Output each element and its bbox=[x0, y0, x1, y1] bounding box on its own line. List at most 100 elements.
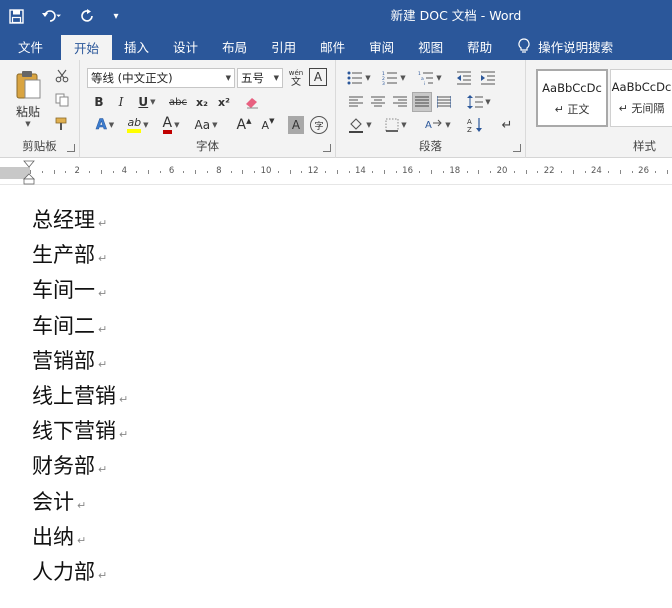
font-group-label: 字体 bbox=[196, 139, 219, 153]
bullets-button[interactable]: ▼ bbox=[344, 68, 374, 88]
horizontal-ruler[interactable]: 2 4 6 8 10 12 14 16 18 20 22 24 26 bbox=[0, 159, 672, 185]
document-paragraph[interactable]: 人力部 ↵ bbox=[32, 556, 107, 586]
style-normal[interactable]: AaBbCcDc ↵ 正文 bbox=[536, 69, 608, 127]
copy-button[interactable] bbox=[52, 90, 72, 110]
highlight-button[interactable]: ab ▼ bbox=[122, 114, 154, 136]
document-paragraph[interactable]: 营销部 ↵ bbox=[32, 345, 107, 375]
document-paragraph[interactable]: 生产部 ↵ bbox=[32, 239, 107, 269]
format-painter-button[interactable] bbox=[52, 114, 72, 134]
font-size-combo[interactable]: 五号 ▼ bbox=[237, 68, 283, 88]
document-paragraph[interactable]: 会计 ↵ bbox=[32, 486, 86, 516]
paste-label: 粘贴 bbox=[15, 105, 40, 119]
eraser-icon bbox=[246, 98, 258, 109]
distributed-icon bbox=[437, 96, 451, 108]
ruler-number: 26 bbox=[638, 166, 649, 176]
distributed-button[interactable] bbox=[434, 92, 454, 112]
tab-layout[interactable]: 布局 bbox=[210, 32, 259, 60]
indent-marker-icon[interactable] bbox=[22, 159, 36, 185]
font-dialog-launcher[interactable] bbox=[323, 144, 331, 152]
grow-font-button[interactable]: A ▲ bbox=[234, 114, 254, 136]
font-size-value: 五号 bbox=[241, 71, 264, 85]
clipboard-icon bbox=[16, 71, 41, 99]
underline-text: U bbox=[138, 95, 149, 109]
ruler-tick bbox=[336, 170, 338, 174]
chevron-down-icon: ▼ bbox=[212, 121, 218, 129]
paragraph-text: 会计 bbox=[32, 489, 74, 514]
clipboard-group: 粘贴 ▼ 剪贴板 bbox=[0, 60, 80, 158]
ruler-tick bbox=[620, 170, 621, 174]
font-name-combo[interactable]: 等线 (中文正文) ▼ bbox=[87, 68, 235, 88]
copy-icon bbox=[55, 93, 69, 107]
ruler-tick bbox=[53, 170, 55, 174]
bold-button[interactable]: B bbox=[90, 92, 108, 112]
tab-references[interactable]: 引用 bbox=[259, 32, 308, 60]
chevron-down-icon: ▼ bbox=[273, 74, 279, 82]
character-shading-button[interactable]: A bbox=[288, 116, 304, 134]
character-border-button[interactable]: A bbox=[309, 68, 327, 86]
subscript-button[interactable]: x₂ bbox=[192, 92, 212, 112]
paragraph-mark-icon: ↵ bbox=[98, 463, 108, 477]
ruler-tick bbox=[242, 170, 244, 174]
document-paragraph[interactable]: 总经理 ↵ bbox=[32, 204, 107, 234]
tab-help[interactable]: 帮助 bbox=[455, 32, 504, 60]
justify-button[interactable] bbox=[412, 92, 432, 112]
line-spacing-button[interactable]: ▼ bbox=[464, 92, 494, 112]
document-paragraph[interactable]: 车间一 ↵ bbox=[32, 274, 107, 304]
style-no-spacing[interactable]: AaBbCcDc ↵ 无间隔 bbox=[610, 69, 672, 127]
tab-mailings[interactable]: 邮件 bbox=[308, 32, 357, 60]
enclose-characters-button[interactable]: 字 bbox=[310, 116, 328, 134]
decrease-indent-button[interactable] bbox=[454, 68, 474, 88]
document-page[interactable]: 总经理 ↵ 生产部 ↵ 车间一 ↵ 车间二 ↵ 营销部 ↵ 线上营销 ↵ 线下营销 ↵ 财务部 ↵ 会计 ↵ 出纳 ↵… bbox=[0, 186, 672, 608]
tab-home[interactable]: 开始 bbox=[61, 35, 113, 60]
font-name-value: 等线 (中文正文) bbox=[91, 71, 173, 85]
paragraph-dialog-launcher[interactable] bbox=[513, 144, 521, 152]
ruler-tick bbox=[289, 170, 291, 174]
shading-button[interactable]: ▼ bbox=[344, 114, 376, 136]
numbering-button[interactable]: 1 2 3 ▼ bbox=[378, 68, 410, 88]
tab-design[interactable]: 设计 bbox=[161, 32, 210, 60]
tab-view[interactable]: 视图 bbox=[406, 32, 455, 60]
clipboard-dialog-launcher[interactable] bbox=[67, 144, 75, 152]
borders-button[interactable]: ▼ bbox=[380, 114, 412, 136]
ruler-tick bbox=[136, 171, 138, 173]
tab-insert[interactable]: 插入 bbox=[112, 32, 161, 60]
font-color-text: A bbox=[162, 116, 173, 134]
paragraph-mark-icon: ↵ bbox=[119, 428, 129, 442]
chevron-down-icon: ▼ bbox=[366, 121, 372, 129]
shrink-font-button[interactable]: A ▼ bbox=[258, 114, 278, 136]
change-case-button[interactable]: Aa ▼ bbox=[190, 114, 222, 136]
increase-indent-button[interactable] bbox=[478, 68, 498, 88]
text-effects-button[interactable]: A ▼ bbox=[90, 114, 120, 136]
superscript-button[interactable]: x² bbox=[214, 92, 234, 112]
clear-formatting-button[interactable] bbox=[242, 92, 262, 112]
tell-me-search[interactable]: 操作说明搜索 bbox=[504, 32, 625, 60]
show-marks-button[interactable]: ↵ bbox=[496, 114, 518, 136]
align-left-button[interactable] bbox=[346, 92, 366, 112]
document-paragraph[interactable]: 财务部 ↵ bbox=[32, 450, 107, 480]
align-center-button[interactable] bbox=[368, 92, 388, 112]
sort-button[interactable]: A Z bbox=[464, 114, 486, 136]
document-paragraph[interactable]: 线下营销 ↵ bbox=[32, 415, 128, 445]
document-paragraph[interactable]: 线上营销 ↵ bbox=[32, 380, 128, 410]
tab-review[interactable]: 审阅 bbox=[357, 32, 406, 60]
cut-button[interactable] bbox=[52, 66, 72, 86]
paintbrush-icon bbox=[55, 117, 67, 130]
chinese-layout-button[interactable]: A ▼ bbox=[422, 114, 454, 136]
phonetic-guide-button[interactable]: wén 文 bbox=[286, 67, 306, 89]
chevron-down-icon: ▼ bbox=[225, 74, 231, 82]
style-normal-name: ↵ 正文 bbox=[554, 103, 590, 116]
italic-button[interactable]: I bbox=[112, 92, 130, 112]
multilevel-list-button[interactable]: 1 a i ▼ bbox=[414, 68, 446, 88]
chevron-down-icon: ▼ bbox=[445, 121, 451, 129]
font-color-button[interactable]: A ▼ bbox=[156, 114, 186, 136]
align-right-button[interactable] bbox=[390, 92, 410, 112]
ruler-number: 12 bbox=[307, 166, 319, 176]
tab-file[interactable]: 文件 bbox=[0, 32, 61, 60]
strikethrough-button[interactable]: abc bbox=[166, 92, 190, 112]
paste-button[interactable]: 粘贴 ▼ bbox=[8, 66, 48, 132]
underline-button[interactable]: U ▼ bbox=[134, 92, 160, 112]
ruler-tick bbox=[667, 170, 669, 174]
document-paragraph[interactable]: 出纳 ↵ bbox=[32, 521, 86, 551]
borders-icon bbox=[385, 118, 399, 132]
document-paragraph[interactable]: 车间二 ↵ bbox=[32, 310, 107, 340]
